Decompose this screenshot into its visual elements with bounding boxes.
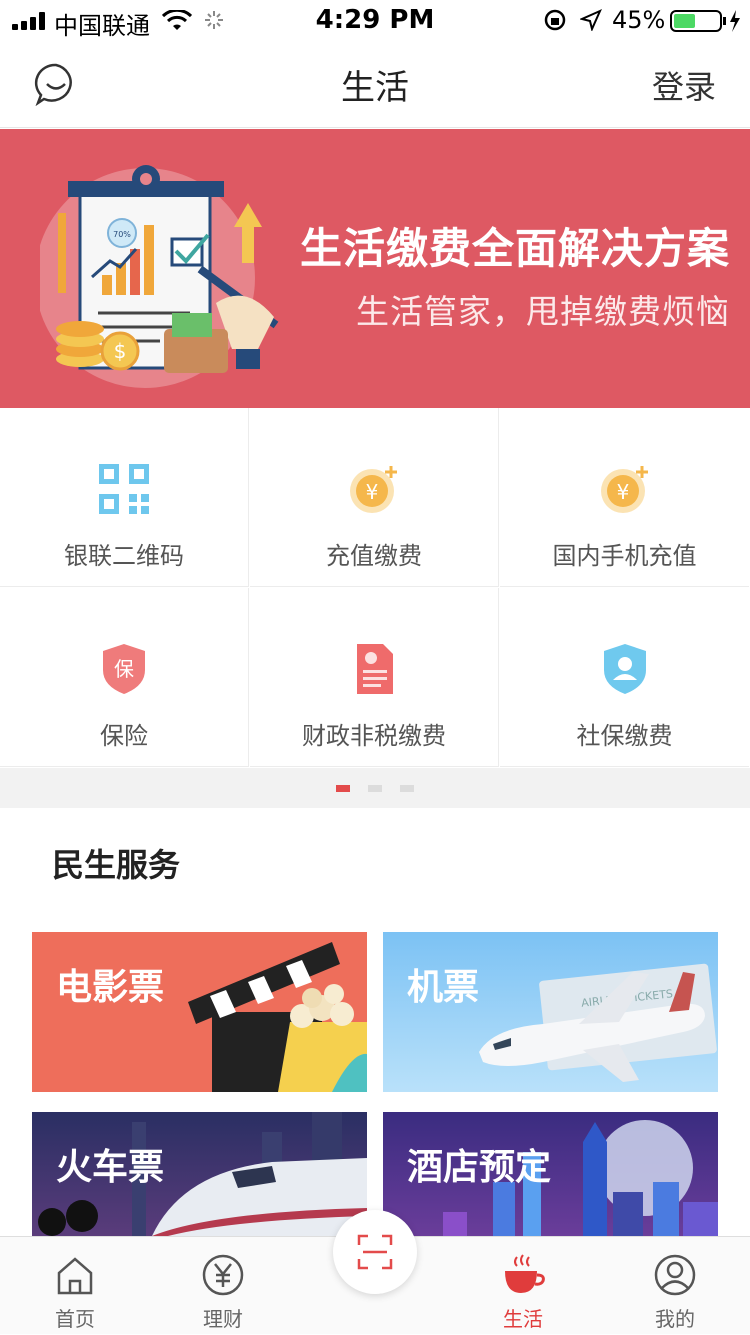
home-icon <box>57 1257 93 1295</box>
service-social-security[interactable]: 社保缴费 <box>500 588 749 767</box>
card-title: 火车票 <box>56 1147 165 1188</box>
page-indicator <box>0 768 750 808</box>
service-grid: 银联二维码 ¥ 充值缴费 ¥ 国内手机充值 保 保险 财政非税缴费 社保缴费 <box>0 408 750 768</box>
battery-percentage: 45% <box>612 6 666 34</box>
location-arrow-icon <box>580 9 602 31</box>
page-dot <box>400 785 414 792</box>
service-recharge-payment[interactable]: ¥ 充值缴费 <box>250 408 499 587</box>
scan-button[interactable] <box>333 1210 417 1294</box>
page-dot <box>368 785 382 792</box>
coffee-cup-icon <box>505 1254 545 1293</box>
page-title: 生活 <box>341 68 409 108</box>
card-flight-tickets[interactable]: AIRLINE TICKETS 机票 <box>383 932 718 1092</box>
card-train-tickets[interactable]: 火车票 <box>32 1112 367 1236</box>
promo-banner[interactable]: 70% $ 生活缴费全面解决方案 生活管家，甩掉缴费烦恼 <box>0 129 750 408</box>
service-label: 国内手机充值 <box>552 542 697 570</box>
social-security-icon <box>603 644 646 694</box>
banner-illustration: 70% $ <box>40 165 279 388</box>
nav-bar: 生活 登录 <box>0 40 750 128</box>
scan-icon <box>357 1234 393 1270</box>
coin-plus-icon: ¥ <box>600 466 648 513</box>
service-insurance[interactable]: 保 保险 <box>0 588 249 767</box>
tab-label: 生活 <box>503 1307 543 1331</box>
qrcode-icon <box>99 464 149 514</box>
section-title: 民生服务 <box>52 846 181 884</box>
service-label: 财政非税缴费 <box>302 722 446 750</box>
orientation-lock-icon <box>544 9 566 31</box>
svg-text:¥: ¥ <box>366 480 379 504</box>
status-bar: 中国联通 4:29 PM 45% <box>0 0 750 40</box>
tab-label: 首页 <box>55 1307 95 1331</box>
tab-life[interactable]: 生活 <box>448 1237 598 1335</box>
svg-text:保: 保 <box>114 657 134 681</box>
tab-label: 理财 <box>203 1307 243 1331</box>
banner-subline: 生活管家，甩掉缴费烦恼 <box>356 292 730 331</box>
service-label: 充值缴费 <box>326 542 422 570</box>
battery-icon <box>670 10 740 32</box>
tab-label: 我的 <box>655 1307 695 1331</box>
svg-text:$: $ <box>114 339 127 363</box>
card-title: 酒店预定 <box>407 1147 552 1188</box>
service-label: 社保缴费 <box>576 722 673 750</box>
card-hotel-booking[interactable]: 酒店预定 <box>383 1112 718 1236</box>
yen-circle-icon <box>202 1254 244 1296</box>
banner-headline: 生活缴费全面解决方案 <box>299 224 730 273</box>
service-unionpay-qrcode[interactable]: 银联二维码 <box>0 408 249 587</box>
card-movie-tickets[interactable]: 电影票 <box>32 932 367 1092</box>
page-dot-active <box>336 785 350 792</box>
login-button[interactable]: 登录 <box>652 62 716 108</box>
card-title: 机票 <box>407 967 480 1008</box>
banner-chart-label: 70% <box>113 230 131 239</box>
service-label: 银联二维码 <box>64 542 184 570</box>
user-circle-icon <box>654 1254 696 1296</box>
service-label: 保险 <box>100 722 148 750</box>
airplane-icon: AIRLINE TICKETS <box>479 963 717 1082</box>
service-mobile-topup[interactable]: ¥ 国内手机充值 <box>500 408 749 587</box>
clapperboard-popcorn-icon <box>188 942 367 1092</box>
tab-finance[interactable]: 理财 <box>148 1237 298 1335</box>
svg-text:¥: ¥ <box>616 480 629 504</box>
service-fiscal-nontax[interactable]: 财政非税缴费 <box>250 588 499 767</box>
card-title: 电影票 <box>56 967 165 1008</box>
document-icon <box>357 644 393 694</box>
tab-mine[interactable]: 我的 <box>600 1237 750 1335</box>
coin-plus-icon: ¥ <box>350 466 397 513</box>
tab-home[interactable]: 首页 <box>0 1237 150 1335</box>
insurance-shield-icon: 保 <box>103 644 145 694</box>
